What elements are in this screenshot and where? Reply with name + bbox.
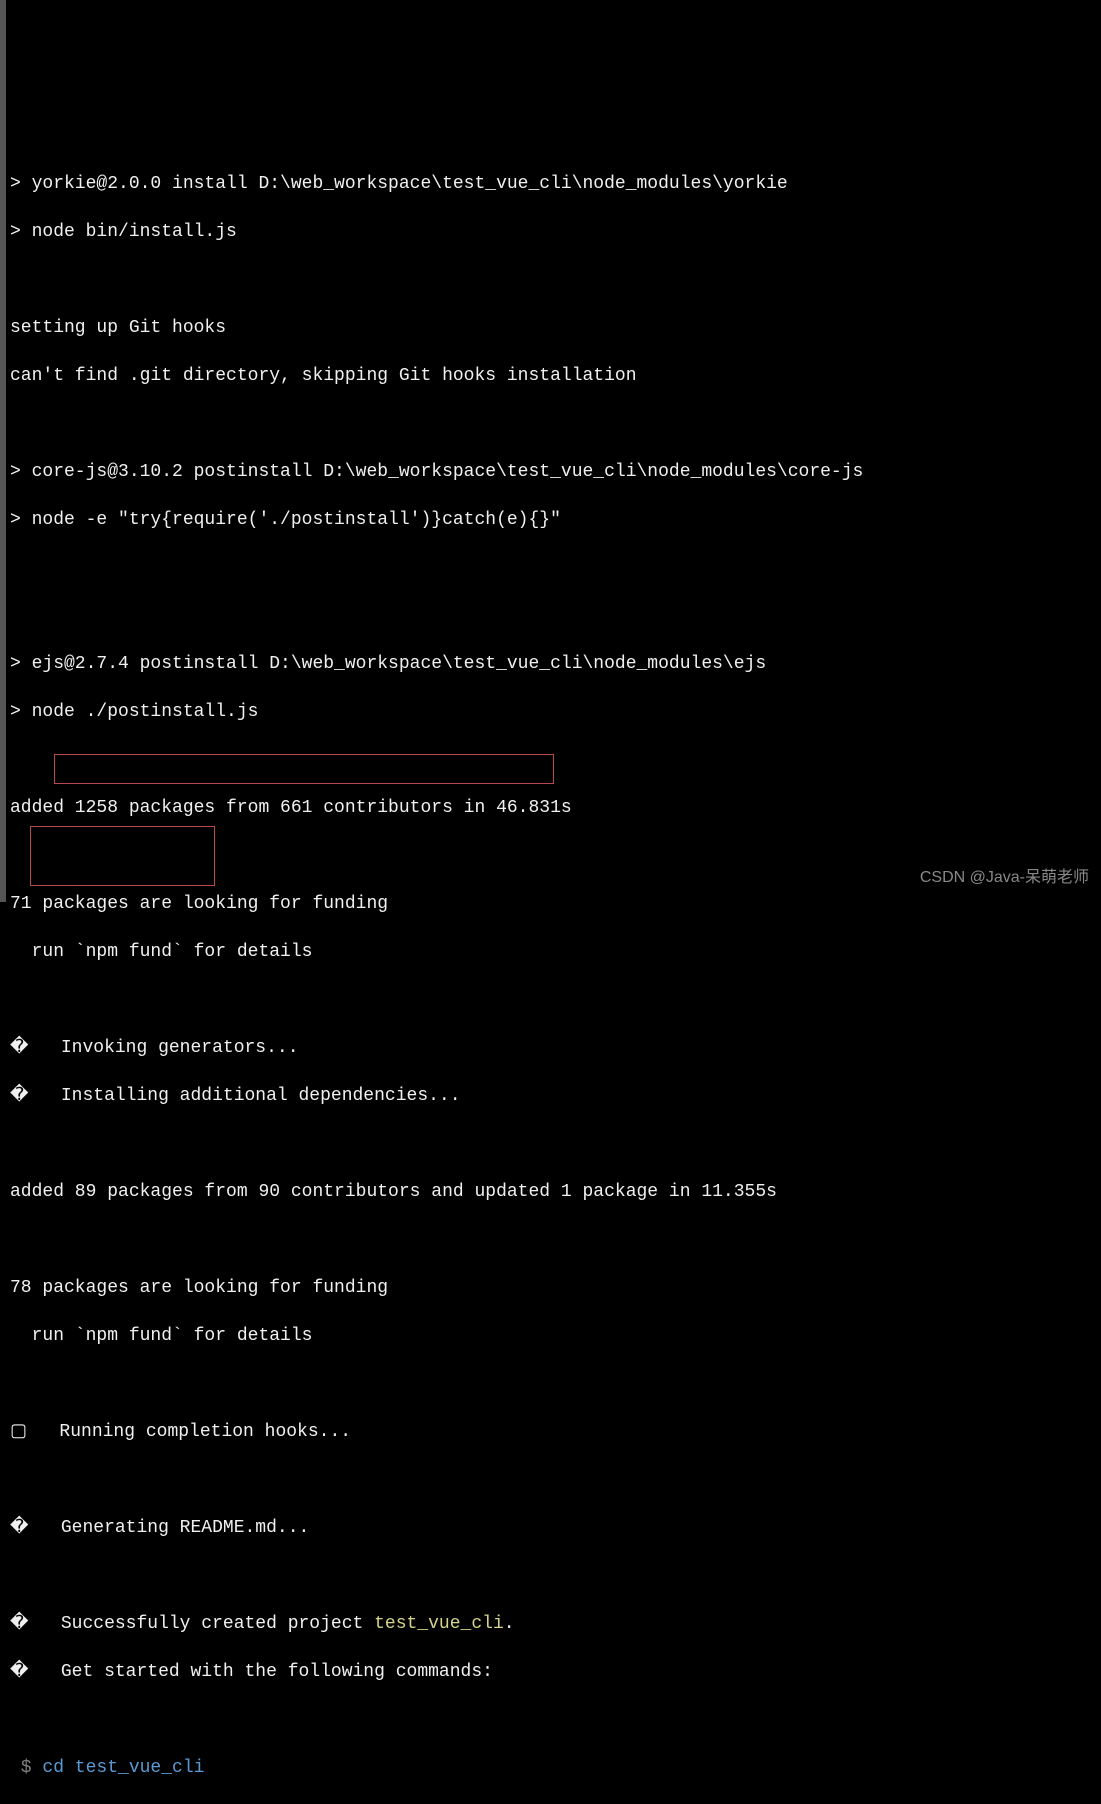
output-line: added 89 packages from 90 contributors a… [10,1180,1097,1204]
terminal-output: > yorkie@2.0.0 install D:\web_workspace\… [10,100,1097,1804]
output-line: � Invoking generators... [10,1036,1097,1060]
output-line: � Generating README.md... [10,1516,1097,1540]
output-line: > ejs@2.7.4 postinstall D:\web_workspace… [10,652,1097,676]
output-line: > yorkie@2.0.0 install D:\web_workspace\… [10,172,1097,196]
cd-command: cd test_vue_cli [42,1758,204,1778]
output-success-line: � Successfully created project test_vue_… [10,1612,1097,1636]
prompt-symbol: $ [10,1758,42,1778]
output-line: > node -e "try{require('./postinstall')}… [10,508,1097,532]
output-line: ▢ Running completion hooks... [10,1420,1097,1444]
output-line: 78 packages are looking for funding [10,1276,1097,1300]
output-line: 71 packages are looking for funding [10,892,1097,916]
output-line: � Installing additional dependencies... [10,1084,1097,1108]
output-line: added 1258 packages from 661 contributor… [10,796,1097,820]
output-line: setting up Git hooks [10,316,1097,340]
output-line: > node bin/install.js [10,220,1097,244]
watermark-text: CSDN @Java-呆萌老师 [920,866,1089,890]
command-suggestion: $ cd test_vue_cli [10,1756,1097,1780]
output-line: > node ./postinstall.js [10,700,1097,724]
project-name: test_vue_cli [374,1614,504,1634]
output-line: > core-js@3.10.2 postinstall D:\web_work… [10,460,1097,484]
output-line: can't find .git directory, skipping Git … [10,364,1097,388]
output-line: run `npm fund` for details [10,940,1097,964]
output-line: run `npm fund` for details [10,1324,1097,1348]
output-line: � Get started with the following command… [10,1660,1097,1684]
